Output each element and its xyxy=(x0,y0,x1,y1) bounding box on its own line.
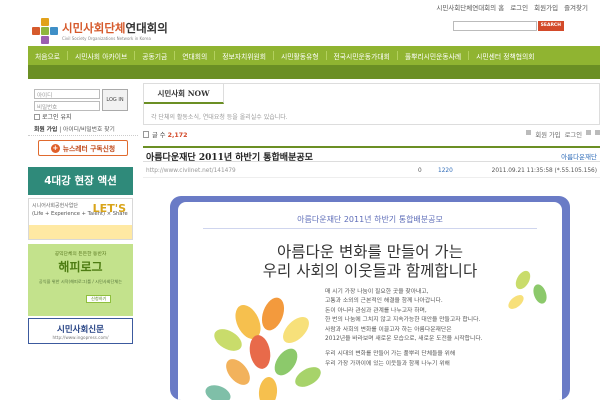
nav-item-policy-council[interactable]: 시민센터 정책협의회 xyxy=(469,51,541,61)
post-title: 아름다운재단 2011년 하반기 통합배분공모 xyxy=(146,153,313,163)
comment-count: 0 xyxy=(418,168,422,174)
now-box: 시민사회 NOW 각 단체의 활동소식, 연대요청 등을 올리실수 있습니다. xyxy=(143,83,600,125)
nav-item-activity-types[interactable]: 시민활동유형 xyxy=(274,51,326,61)
poster-line: 한 번의 나눔에 그치지 않고 지속가능한 대안을 만들고자 합니다. xyxy=(325,317,481,324)
poster-headline-2: 우리 사회의 이웃들과 함께합니다 xyxy=(262,262,478,280)
nav-item-info-committee[interactable]: 정보자치위원회 xyxy=(215,51,273,61)
nav-item-archive[interactable]: 시민사회 아카이브 xyxy=(68,51,134,61)
poster-line: 고통과 소외의 근본적인 해결을 함께 나아갑니다. xyxy=(325,298,443,305)
grid-view-icon[interactable] xyxy=(586,130,591,135)
newsletter-subscribe-button[interactable]: + 뉴스레터 구독신청 xyxy=(38,140,128,156)
plus-icon: + xyxy=(50,143,60,153)
poster-line: 사람과 사회의 변화를 이끌고자 하는 아름다운재단은 xyxy=(325,326,452,333)
poster-body: 매 시기 가장 나눔이 필요한 곳을 찾아내고, 고통과 소외의 근본적인 해결… xyxy=(325,288,550,369)
banner-lets[interactable]: 시니어사회공헌사업단 (Life + Experience + Talent) … xyxy=(28,198,133,240)
main-content: 시민사회 NOW 각 단체의 활동소식, 연대요청 등을 올리실수 있습니다. … xyxy=(143,80,600,400)
find-account-link[interactable]: | 아이디/비밀번호 찾기 xyxy=(59,127,115,133)
search-input[interactable] xyxy=(452,21,537,31)
nav-item-grassroots-cases[interactable]: 풀뿌리시민운동사례 xyxy=(398,51,468,61)
post-poster-image: 아름다운재단 2011년 하반기 통합배분공모 아름다운 변화를 만들어 가는 … xyxy=(170,196,570,400)
nav-item-fund[interactable]: 공동기금 xyxy=(135,51,174,61)
poster-line: 매 시기 가장 나눔이 필요한 곳을 찾아내고, xyxy=(325,289,429,295)
poster-title: 아름다운재단 2011년 하반기 통합배분공모 xyxy=(297,215,443,224)
logo-mark-icon xyxy=(32,18,58,44)
post-date: 2011.09.21 11:35:58 (*.55.105.156) xyxy=(491,168,597,174)
account-links: 회원 가입 | 아이디/비밀번호 찾기 xyxy=(34,124,115,133)
banner-happylog-title: 해피로그 xyxy=(58,260,103,274)
signup-link[interactable]: 회원 가입 xyxy=(34,127,57,133)
logo-subtitle: Civil Society Organizations Network in K… xyxy=(62,36,151,41)
util-home-link[interactable]: 시민사회단체연대회의 홈 xyxy=(436,2,504,12)
keep-login[interactable]: 로그인 유지 xyxy=(34,112,72,121)
list-view-icon[interactable] xyxy=(595,130,600,135)
banner-happylog-apply-button[interactable]: 신청하기 xyxy=(86,295,112,303)
poster-line: 2012년을 바라보며 새로운 모습으로, 새로운 도전을 시작합니다. xyxy=(325,336,483,343)
post-title-bar: 아름다운재단 2011년 하반기 통합배분공모 아름다운재단 xyxy=(143,146,600,163)
util-login-link[interactable]: 로그인 xyxy=(510,2,528,12)
signup-square-icon xyxy=(526,130,532,135)
poster-line: 돈이 아니라 관심과 관계를 나누고자 하며, xyxy=(325,307,427,314)
search-box: SEARCH xyxy=(452,21,564,31)
utility-links: 시민사회단체연대회의 홈 로그인 회원가입 즐겨찾기 xyxy=(436,2,588,12)
banner-lets-org: 시니어사회공헌사업단 xyxy=(32,203,79,209)
login-id-input[interactable]: 아이디 xyxy=(34,89,100,99)
banner-happylog[interactable]: 공익단체의 든든한 동반자 해피로그 공익을 위한 시작(해피로그)를 / 시민… xyxy=(28,244,133,316)
poster-line: 우리 가장 가까이에 있는 이웃들과 함께 나누기 위해 xyxy=(325,360,450,367)
post-count: 글 수 2,172 xyxy=(152,132,188,139)
login-box: 아이디 비밀번호 LOG IN 로그인 유지 회원 가입 | 아이디/비밀번호 … xyxy=(28,80,138,136)
banner-happylog-sub: 공익을 위한 시작(해피로그)를 / 시민사회단체는 xyxy=(38,279,123,284)
tab-civil-now[interactable]: 시민사회 NOW xyxy=(144,84,224,104)
banner-4rivers-action[interactable]: 4대강 현장 액션 xyxy=(28,167,133,195)
banner-newspaper-title: 시민사회신문 xyxy=(57,325,104,335)
nav-item-network[interactable]: 연대회의 xyxy=(175,51,214,61)
board-signup-link[interactable]: 회원 가입 xyxy=(535,130,560,139)
logo-name: 시민사회단체연대회의 xyxy=(62,21,168,35)
nav-item-activist-conference[interactable]: 전국시민운동가대회 xyxy=(327,51,397,61)
banner-lets-word: LET'S xyxy=(92,202,126,215)
util-signup-link[interactable]: 회원가입 xyxy=(534,2,558,12)
board-login-link[interactable]: 로그인 xyxy=(565,130,582,139)
keep-login-checkbox[interactable] xyxy=(34,113,40,120)
sub-nav-bar xyxy=(28,65,600,79)
document-icon xyxy=(143,131,149,138)
nav-item-home[interactable]: 처음으로 xyxy=(28,51,67,61)
search-button[interactable]: SEARCH xyxy=(537,21,564,31)
now-description: 각 단체의 활동소식, 연대요청 등을 올리실수 있습니다. xyxy=(151,114,288,121)
login-button[interactable]: LOG IN xyxy=(102,89,128,111)
view-count: 1220 xyxy=(438,168,453,174)
banner-newspaper-url: http://www.ingopress.com/ xyxy=(52,335,109,340)
main-nav: 처음으로 시민사회 아카이브 공동기금 연대회의 정보자치위원회 시민활동유형 … xyxy=(28,46,600,65)
sidebar: 아이디 비밀번호 LOG IN 로그인 유지 회원 가입 | 아이디/비밀번호 … xyxy=(28,80,138,400)
post-author[interactable]: 아름다운재단 xyxy=(561,151,597,161)
util-bookmark-link[interactable]: 즐겨찾기 xyxy=(564,2,588,12)
banner-civil-newspaper[interactable]: 시민사회신문 http://www.ingopress.com/ xyxy=(28,318,133,344)
banner-happylog-top: 공익단체의 든든한 동반자 xyxy=(54,252,107,257)
post-url[interactable]: http://www.civilnet.net/141479 xyxy=(146,168,236,174)
post-info-row: http://www.civilnet.net/141479 0 1220 20… xyxy=(143,166,600,178)
site-logo[interactable]: 시민사회단체연대회의 Civil Society Organizations N… xyxy=(32,15,182,45)
keep-login-label: 로그인 유지 xyxy=(42,114,72,121)
newsletter-label: 뉴스레터 구독신청 xyxy=(62,145,116,153)
board-meta: 글 수 2,172 회원 가입 로그인 xyxy=(143,130,600,140)
poster-line: 우리 시대의 변화를 만들어 가는 풀뿌리 단체들을 위해 xyxy=(325,351,456,358)
login-password-input[interactable]: 비밀번호 xyxy=(34,101,100,111)
